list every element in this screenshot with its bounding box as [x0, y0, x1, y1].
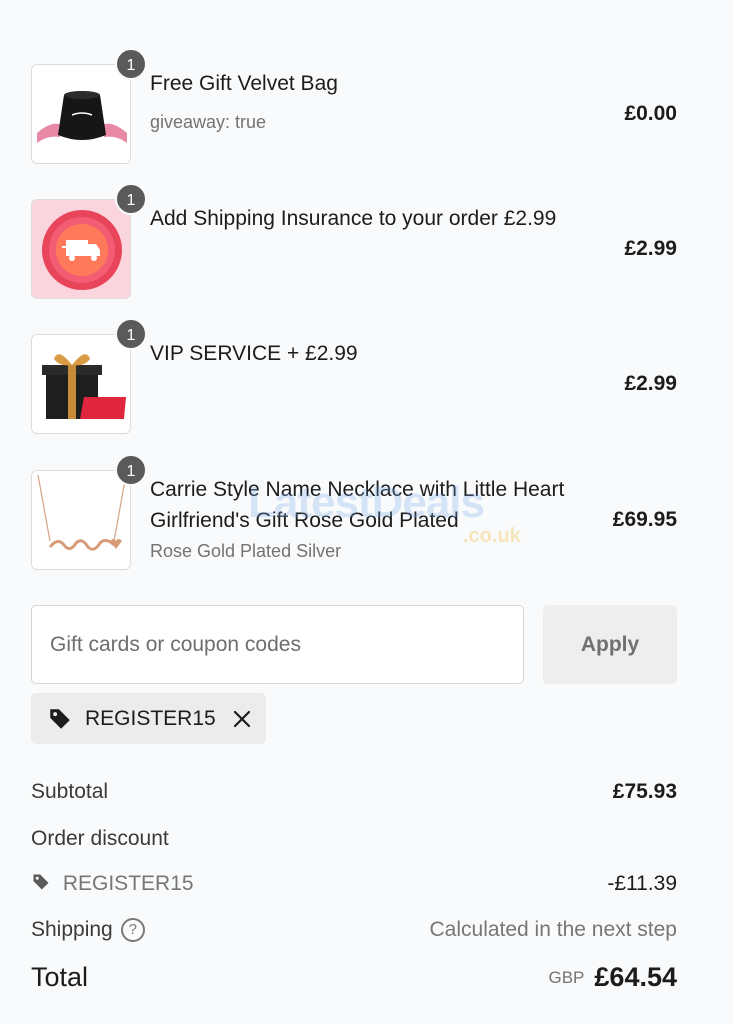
shipping-insurance-badge-icon: [31, 199, 131, 299]
order-discount-row: Order discount: [31, 827, 677, 851]
subtotal-row: Subtotal £75.93: [31, 780, 677, 804]
item-title: VIP SERVICE + £2.99: [150, 342, 358, 365]
cart-item-vip-service: 1 VIP SERVICE + £2.99 £2.99: [31, 318, 677, 434]
item-price: £0.00: [624, 102, 677, 125]
item-price: £2.99: [624, 372, 677, 395]
order-discount-label: Order discount: [31, 827, 169, 850]
quantity-badge: 1: [115, 183, 147, 215]
subtotal-value: £75.93: [612, 780, 677, 803]
applied-coupon-chip: REGISTER15: [31, 693, 266, 744]
shipping-label: Shipping: [31, 918, 113, 941]
discount-code: REGISTER15: [62, 872, 194, 895]
item-price: £2.99: [624, 237, 677, 260]
apply-button[interactable]: Apply: [543, 605, 677, 684]
velvet-bag-icon: [31, 64, 131, 164]
shipping-value: Calculated in the next step: [429, 918, 678, 941]
item-variant: Rose Gold Plated Silver: [150, 541, 342, 561]
cart-item-gift-bag: 1 Free Gift Velvet Bag giveaway: true £0…: [31, 48, 677, 164]
total-price: GBP £64.54: [549, 962, 678, 993]
item-variant: giveaway: true: [150, 112, 267, 132]
item-title: Carrie Style Name Necklace with Little H…: [150, 478, 565, 532]
coupon-code-input[interactable]: [31, 605, 524, 684]
subtotal-label: Subtotal: [31, 780, 109, 803]
cart-item-name-necklace: 1 Carrie Style Name Necklace with Little…: [31, 454, 677, 570]
discount-value: -£11.39: [607, 872, 677, 895]
remove-coupon-close-icon[interactable]: [232, 709, 252, 729]
quantity-badge: 1: [115, 318, 147, 350]
vip-gift-box-icon: [31, 334, 131, 434]
quantity-badge: 1: [115, 454, 147, 486]
applied-coupon-code: REGISTER15: [85, 706, 216, 730]
help-icon[interactable]: ?: [120, 918, 145, 942]
quantity-badge: 1: [115, 48, 147, 80]
tag-icon: [33, 874, 49, 890]
tag-icon: [50, 708, 70, 729]
total-currency: GBP: [548, 968, 585, 987]
item-price: £69.95: [612, 508, 677, 531]
item-title: Free Gift Velvet Bag: [150, 72, 338, 95]
name-necklace-icon: [31, 470, 131, 570]
shipping-row: Shipping? Calculated in the next step: [31, 918, 677, 942]
total-value: £64.54: [594, 962, 677, 992]
total-row: Total GBP £64.54: [31, 962, 677, 993]
item-title: Add Shipping Insurance to your order £2.…: [150, 207, 557, 230]
total-label: Total: [31, 962, 89, 992]
cart-item-shipping-insurance: 1 Add Shipping Insurance to your order £…: [31, 183, 677, 299]
discount-code-row: REGISTER15 -£11.39: [31, 872, 677, 896]
